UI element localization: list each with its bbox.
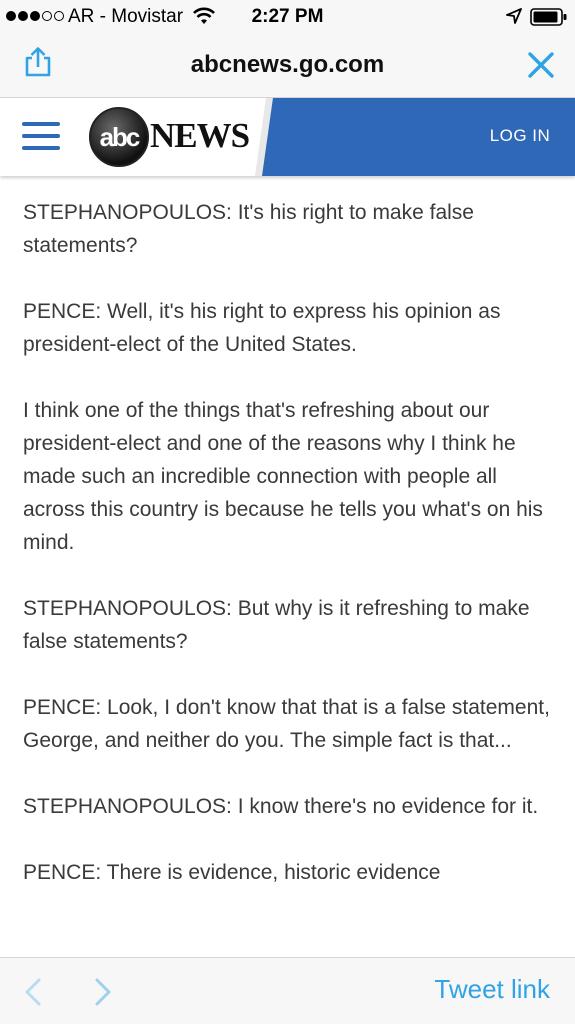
article-paragraph: I think one of the things that's refresh… [23, 399, 543, 554]
abc-logo-text: abc [99, 122, 141, 152]
article-paragraph: STEPHANOPOULOS: I know there's no eviden… [23, 795, 539, 818]
tweet-link-button[interactable]: Tweet link [434, 974, 550, 1005]
article-paragraph: PENCE: Well, it's his right to express h… [23, 300, 501, 356]
article-paragraph: STEPHANOPOULOS: But why is it refreshing… [23, 597, 530, 653]
article-paragraph: PENCE: Look, I don't know that that is a… [23, 696, 550, 752]
status-time: 2:27 PM [251, 6, 324, 27]
close-icon[interactable] [527, 51, 555, 84]
url-display[interactable]: abcnews.go.com [0, 51, 575, 79]
menu-icon[interactable] [22, 122, 60, 150]
bottom-toolbar: Tweet link [0, 957, 575, 1024]
article-paragraph: STEPHANOPOULOS: It's his right to make f… [23, 201, 474, 257]
site-header: abc NEWS LOG IN [0, 98, 575, 176]
battery-icon [530, 8, 568, 31]
article-paragraph: PENCE: There is evidence, historic evide… [23, 861, 441, 884]
location-icon [505, 7, 523, 30]
login-button[interactable]: LOG IN [470, 126, 570, 146]
forward-icon[interactable] [92, 977, 114, 1012]
browser-toolbar: abcnews.go.com [0, 34, 575, 98]
news-wordmark[interactable]: NEWS [150, 116, 250, 156]
article-body: STEPHANOPOULOS: It's his right to make f… [23, 196, 558, 956]
status-bar: AR - Movistar 2:27 PM [0, 0, 575, 34]
back-icon[interactable] [22, 977, 44, 1012]
abc-logo[interactable]: abc [89, 107, 149, 167]
